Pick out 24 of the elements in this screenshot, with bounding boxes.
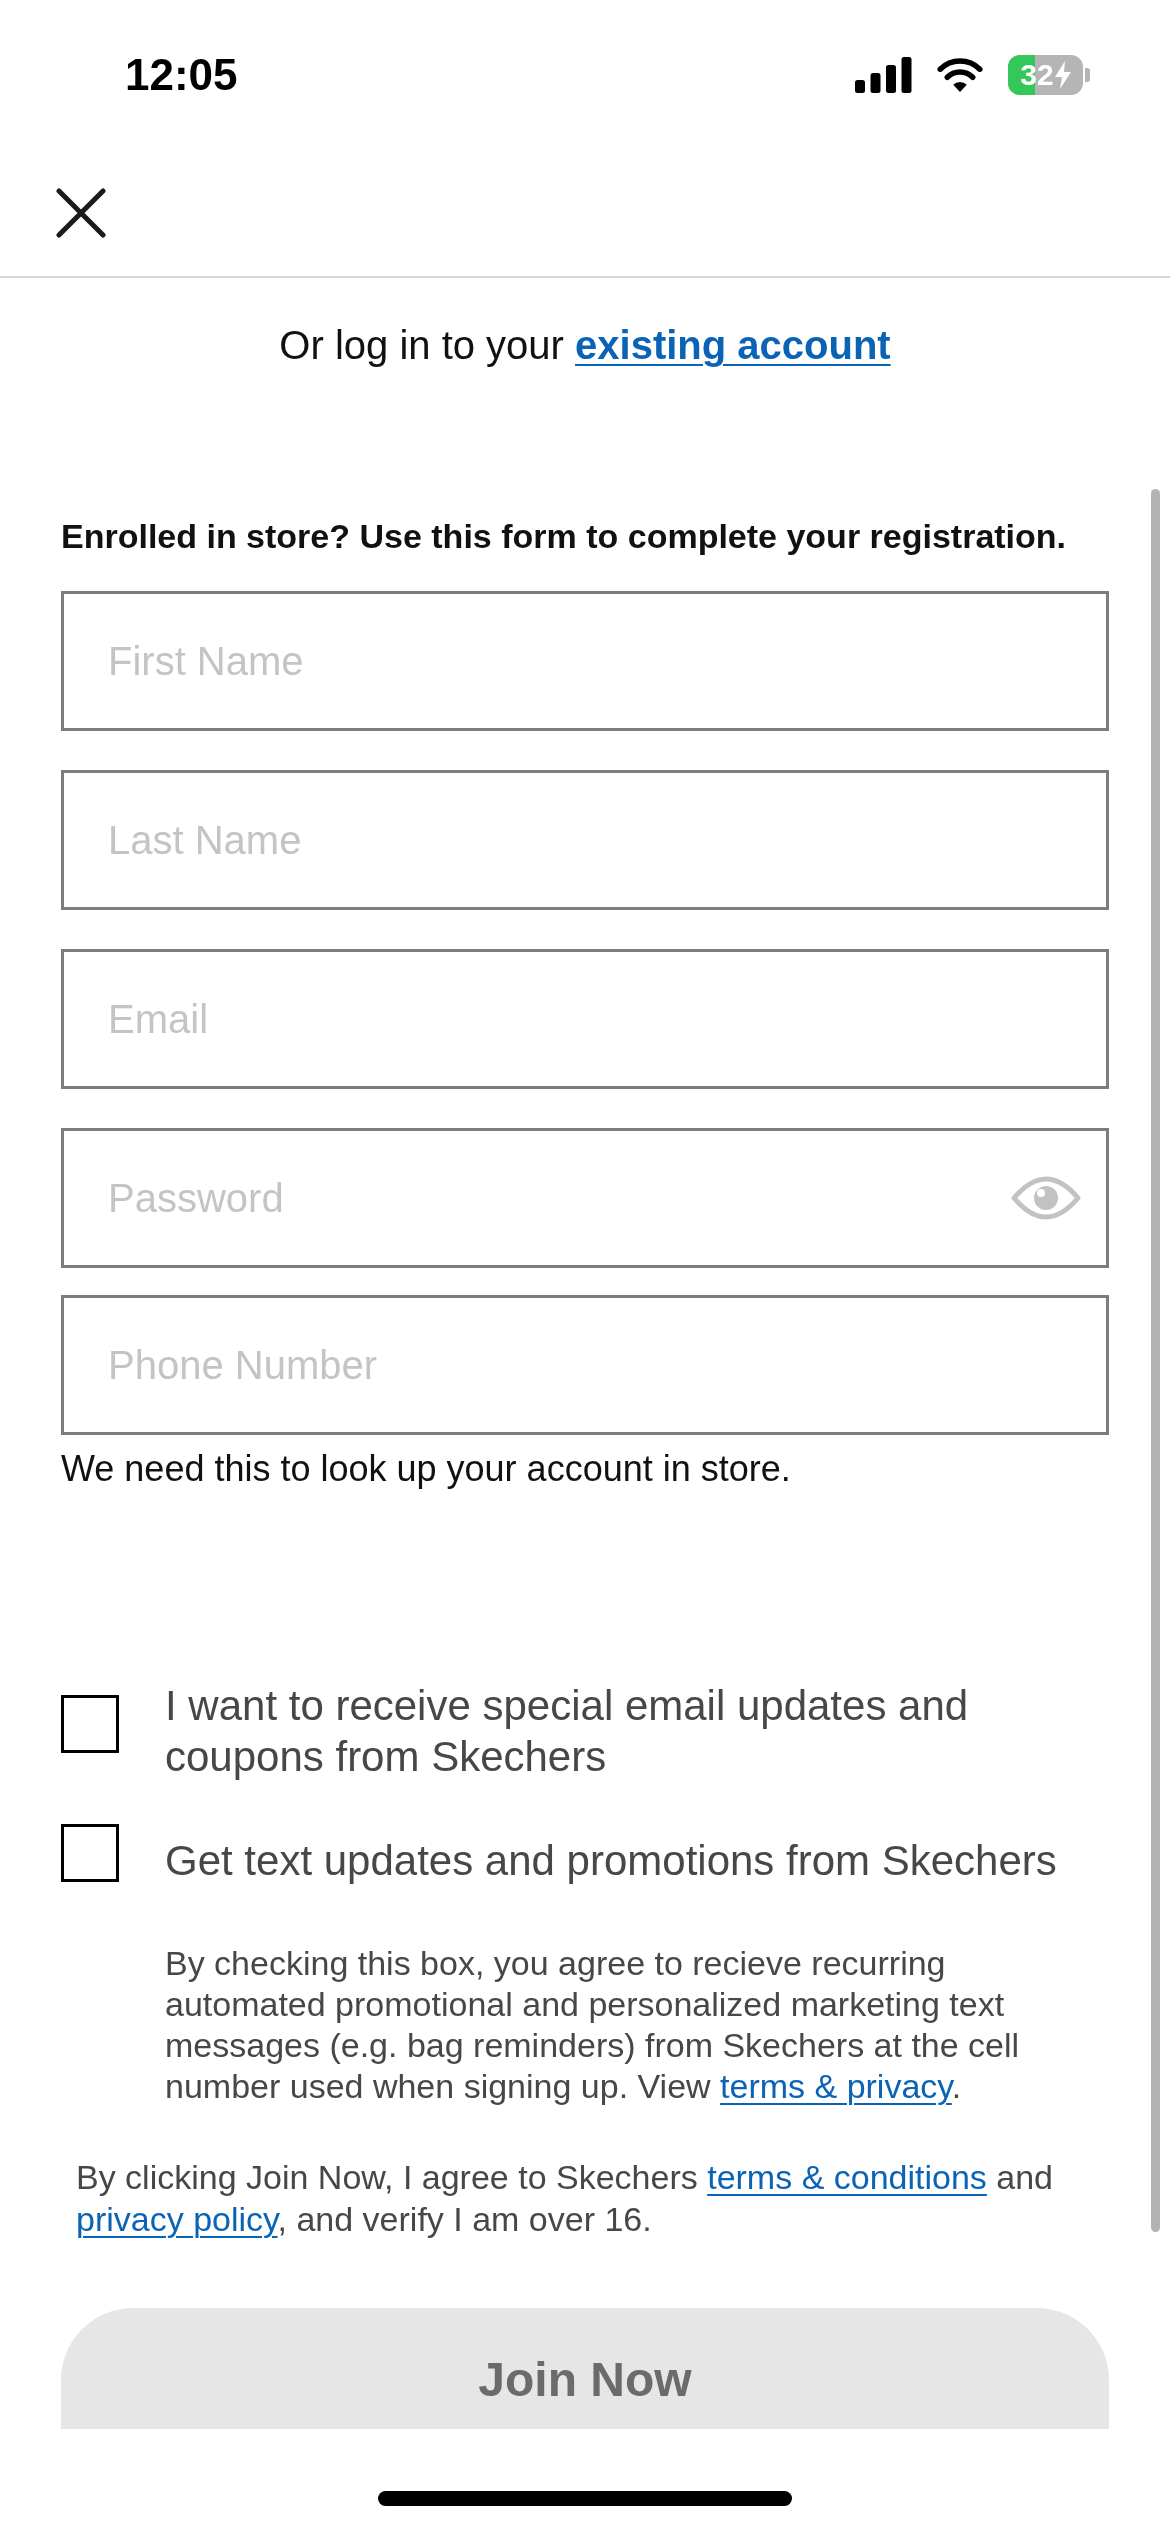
input-field[interactable]: First Name [61, 591, 1109, 731]
input-field[interactable]: Last Name [61, 770, 1109, 910]
text-link[interactable]: terms & conditions [707, 2158, 987, 2196]
signal-icon [855, 57, 912, 93]
status-time: 12:05 [125, 49, 238, 101]
charging-bolt-icon [1054, 61, 1071, 89]
close-icon [56, 188, 106, 238]
close-button[interactable] [56, 188, 106, 238]
password-field[interactable]: Password [61, 1128, 1109, 1268]
checkbox[interactable] [61, 1824, 119, 1882]
input-field[interactable]: Phone Number [61, 1295, 1109, 1435]
checkbox-label: Get text updates and promotions from Skechers [165, 1836, 1057, 1886]
input-field[interactable]: Email [61, 949, 1109, 1089]
login-prompt: Or log in to your existing account [279, 322, 891, 369]
wifi-icon [936, 57, 984, 93]
text-link[interactable]: privacy policy [76, 2200, 278, 2238]
phone-hint: We need this to look up your account in store. [61, 1447, 791, 1491]
text-link[interactable]: existing account [575, 323, 891, 367]
text-link[interactable]: terms & privacy [720, 2067, 952, 2105]
checkbox-label: I want to receive special email updates and coupons from Skechers [165, 1681, 970, 1782]
form-intro: Enrolled in store? Use this form to complete your registration. [61, 516, 1067, 556]
legal-notice: By clicking Join Now, I agree to Skechers terms & conditions and privacy policy, and verify I am over 16. [76, 2157, 1055, 2240]
checkbox[interactable] [61, 1694, 119, 1753]
sms-disclaimer: By checking this box, you agree to recieve recurring automated promotional and personalized marketing text messages (e.g. bag reminders) from Skechers at the cell number used when signing up. View terms & privacy. [165, 1943, 1021, 2107]
